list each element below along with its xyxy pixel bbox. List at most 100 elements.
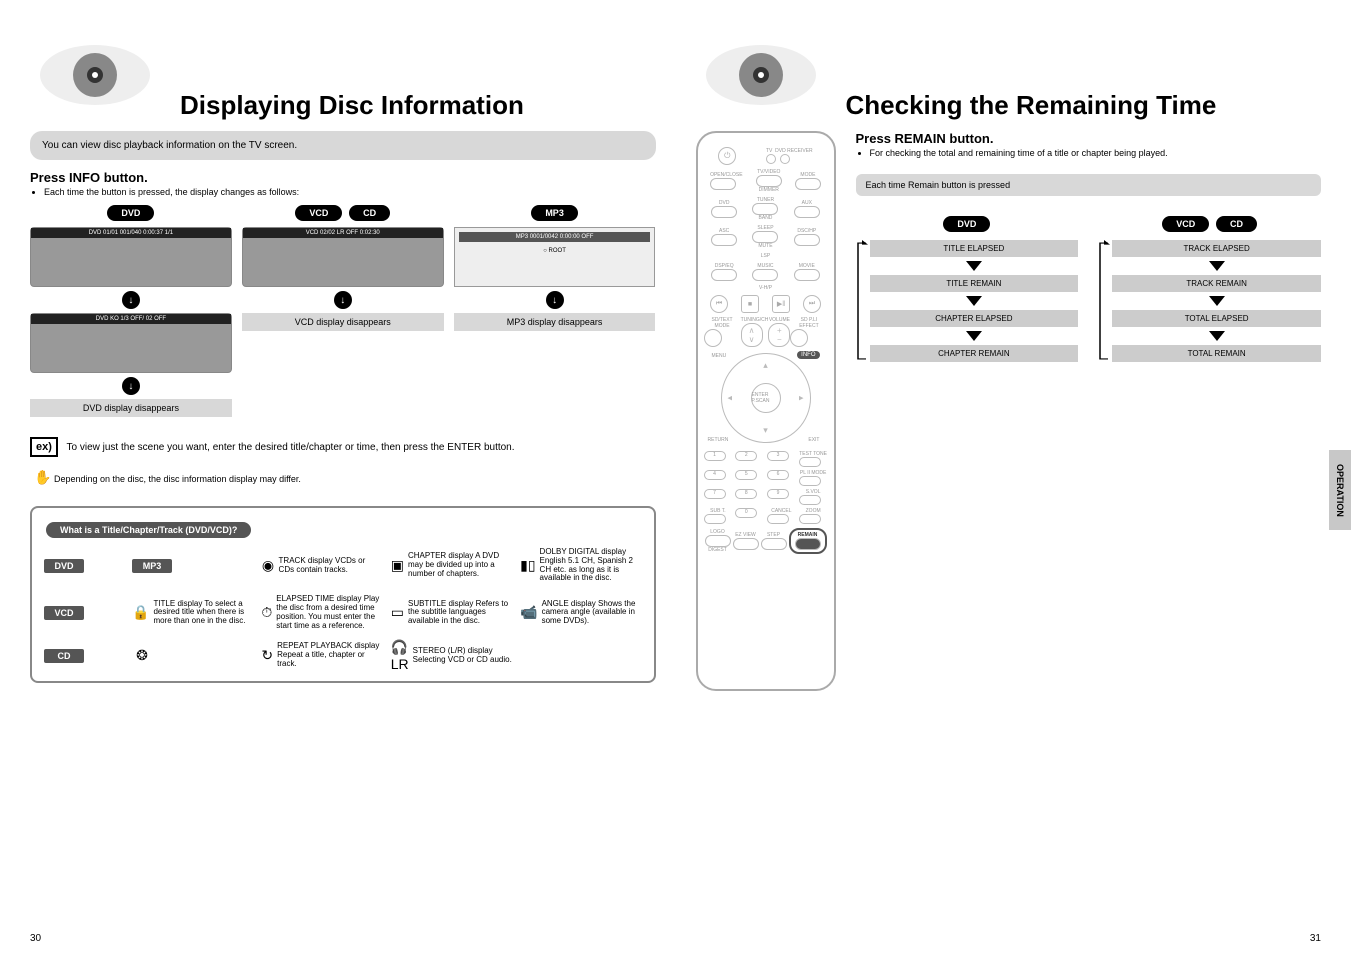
- dspeq-label: DSP/EQ: [711, 263, 737, 269]
- power-button[interactable]: ⏻: [718, 147, 736, 165]
- dpad-left[interactable]: ◂: [728, 393, 733, 404]
- ezview-button[interactable]: [733, 538, 759, 550]
- intro-bar-left: You can view disc playback information o…: [30, 131, 656, 160]
- dschp-label: DSC/HP: [794, 228, 820, 234]
- dvd-caption: DVD display disappears: [30, 399, 232, 417]
- step-label: STEP: [761, 532, 787, 538]
- movie-label: MOVIE: [794, 263, 820, 269]
- pl-mode-button[interactable]: [799, 476, 821, 486]
- dspeq-button[interactable]: [711, 269, 737, 281]
- note-text: Depending on the disc, the disc informat…: [54, 474, 301, 484]
- down-arrow-icon: [1209, 296, 1225, 306]
- mode-button[interactable]: [795, 178, 821, 190]
- prev-button[interactable]: ⏮: [710, 295, 728, 313]
- sleep-button[interactable]: [752, 231, 778, 243]
- sd-effect-button[interactable]: [790, 329, 808, 347]
- dvd-screen-2: DVD KO 1/3 OFF/ 02 OFF: [30, 313, 232, 373]
- next-button[interactable]: ⏭: [803, 295, 821, 313]
- mp3-tag: MP3: [132, 559, 172, 573]
- cancel-button[interactable]: [767, 514, 789, 524]
- mute-label: MUTE: [752, 243, 778, 249]
- remain-dvd-pill: DVD: [943, 216, 990, 232]
- disc-btn-dvd: DVD: [107, 205, 154, 221]
- color-icon: ❂: [132, 646, 152, 666]
- dvd-tag: DVD: [44, 559, 84, 573]
- vhp-label: V-H/P: [704, 285, 828, 291]
- tuning-up[interactable]: ∧: [749, 326, 755, 335]
- tv-video-label: TV/VIDEO: [756, 169, 782, 175]
- open-close-button[interactable]: [710, 178, 736, 190]
- audio-lr-icon: 🎧 LR: [391, 646, 409, 666]
- time-icon: ⏱: [261, 603, 272, 623]
- sd-text-button[interactable]: [704, 329, 722, 347]
- dpad-right[interactable]: ▸: [799, 393, 804, 404]
- dpad-up[interactable]: ▴: [763, 360, 768, 371]
- angle-label: ANGLE display Shows the camera angle (av…: [542, 600, 642, 626]
- sd-text-label: SD/TEXT MODE: [704, 317, 741, 329]
- aux-label: AUX: [794, 200, 820, 206]
- remote-control-diagram: ⏻ TV DVD RECEIVER OPEN/CLOSE TV/VIDEODIM…: [696, 131, 836, 691]
- info-highlight: INFO: [797, 351, 819, 359]
- dpad: ▴ ▾ ◂ ▸ ENTER P.SCAN: [721, 353, 811, 443]
- menu-label: MENU: [712, 353, 727, 359]
- track-remain-step: TRACK REMAIN: [1112, 275, 1321, 292]
- music-button[interactable]: [752, 269, 778, 281]
- dvd-led: [780, 154, 790, 164]
- enter-button[interactable]: ENTER P.SCAN: [751, 383, 781, 413]
- down-arrow-icon: ↓: [122, 377, 140, 395]
- aux-button[interactable]: [794, 206, 820, 218]
- num-0[interactable]: 0: [735, 508, 757, 518]
- num-1[interactable]: 1: [704, 451, 726, 461]
- disc-btn-cd: CD: [349, 205, 390, 221]
- cancel-label: CANCEL: [767, 508, 796, 514]
- open-close-label: OPEN/CLOSE: [710, 172, 743, 178]
- down-arrow-icon: ↓: [334, 291, 352, 309]
- num-9[interactable]: 9: [767, 489, 789, 499]
- tuner-button[interactable]: [752, 203, 778, 215]
- lsp-label: LSP: [704, 253, 828, 259]
- movie-button[interactable]: [794, 269, 820, 281]
- volume-label: VOLUME: [768, 317, 790, 323]
- subtitle-label: SUBTITLE display Refers to the subtitle …: [408, 600, 512, 626]
- num-6[interactable]: 6: [767, 470, 789, 480]
- mp3-screen: MP3 0001/0042 0:00:00 OFF ○ ROOT: [454, 227, 656, 287]
- remain-cd-pill: CD: [1216, 216, 1257, 232]
- num-3[interactable]: 3: [767, 451, 789, 461]
- dvd-button[interactable]: [711, 206, 737, 218]
- repeat-label: REPEAT PLAYBACK display Repeat a title, …: [277, 642, 383, 668]
- vol-down[interactable]: −: [777, 335, 782, 344]
- tuning-down[interactable]: ∨: [749, 335, 755, 344]
- dschp-button[interactable]: [794, 234, 820, 246]
- page-number-right: 31: [1310, 933, 1321, 944]
- subt-button[interactable]: [704, 514, 726, 524]
- stop-button[interactable]: ■: [741, 295, 759, 313]
- tv-video-button[interactable]: [756, 175, 782, 187]
- num-7[interactable]: 7: [704, 489, 726, 499]
- play-pause-button[interactable]: ▶‖: [772, 295, 790, 313]
- dvdr-label: DVD RECEIVER: [775, 148, 813, 154]
- svol-button[interactable]: [799, 495, 821, 505]
- title-remain-step: TITLE REMAIN: [870, 275, 1079, 292]
- num-2[interactable]: 2: [735, 451, 757, 461]
- num-4[interactable]: 4: [704, 470, 726, 480]
- asc-button[interactable]: [711, 234, 737, 246]
- num-5[interactable]: 5: [735, 470, 757, 480]
- chapter-remain-step: CHAPTER REMAIN: [870, 345, 1079, 362]
- dvd-screen-1: DVD 01/01 001/040 0:00:37 1/1: [30, 227, 232, 287]
- right-page: Checking the Remaining Time ⏻ TV DVD REC…: [696, 20, 1322, 691]
- remain-vcd-pill: VCD: [1162, 216, 1209, 232]
- remain-button[interactable]: [795, 538, 821, 550]
- test-tone-button[interactable]: [799, 457, 821, 467]
- vcd-screen: VCD 02/02 LR OFF 0:02:30: [242, 227, 444, 287]
- logo-button[interactable]: [705, 535, 731, 547]
- return-label: RETURN: [708, 437, 729, 443]
- time-label: ELAPSED TIME display Play the disc from …: [276, 595, 382, 630]
- title-icon: 🔒: [132, 603, 149, 623]
- left-page: Displaying Disc Information You can view…: [30, 20, 656, 691]
- zoom-button[interactable]: [799, 514, 821, 524]
- vol-up[interactable]: +: [777, 326, 782, 335]
- step-button[interactable]: [761, 538, 787, 550]
- dpad-down[interactable]: ▾: [763, 425, 768, 436]
- num-8[interactable]: 8: [735, 489, 757, 499]
- mp3-root-label: ROOT: [549, 248, 566, 254]
